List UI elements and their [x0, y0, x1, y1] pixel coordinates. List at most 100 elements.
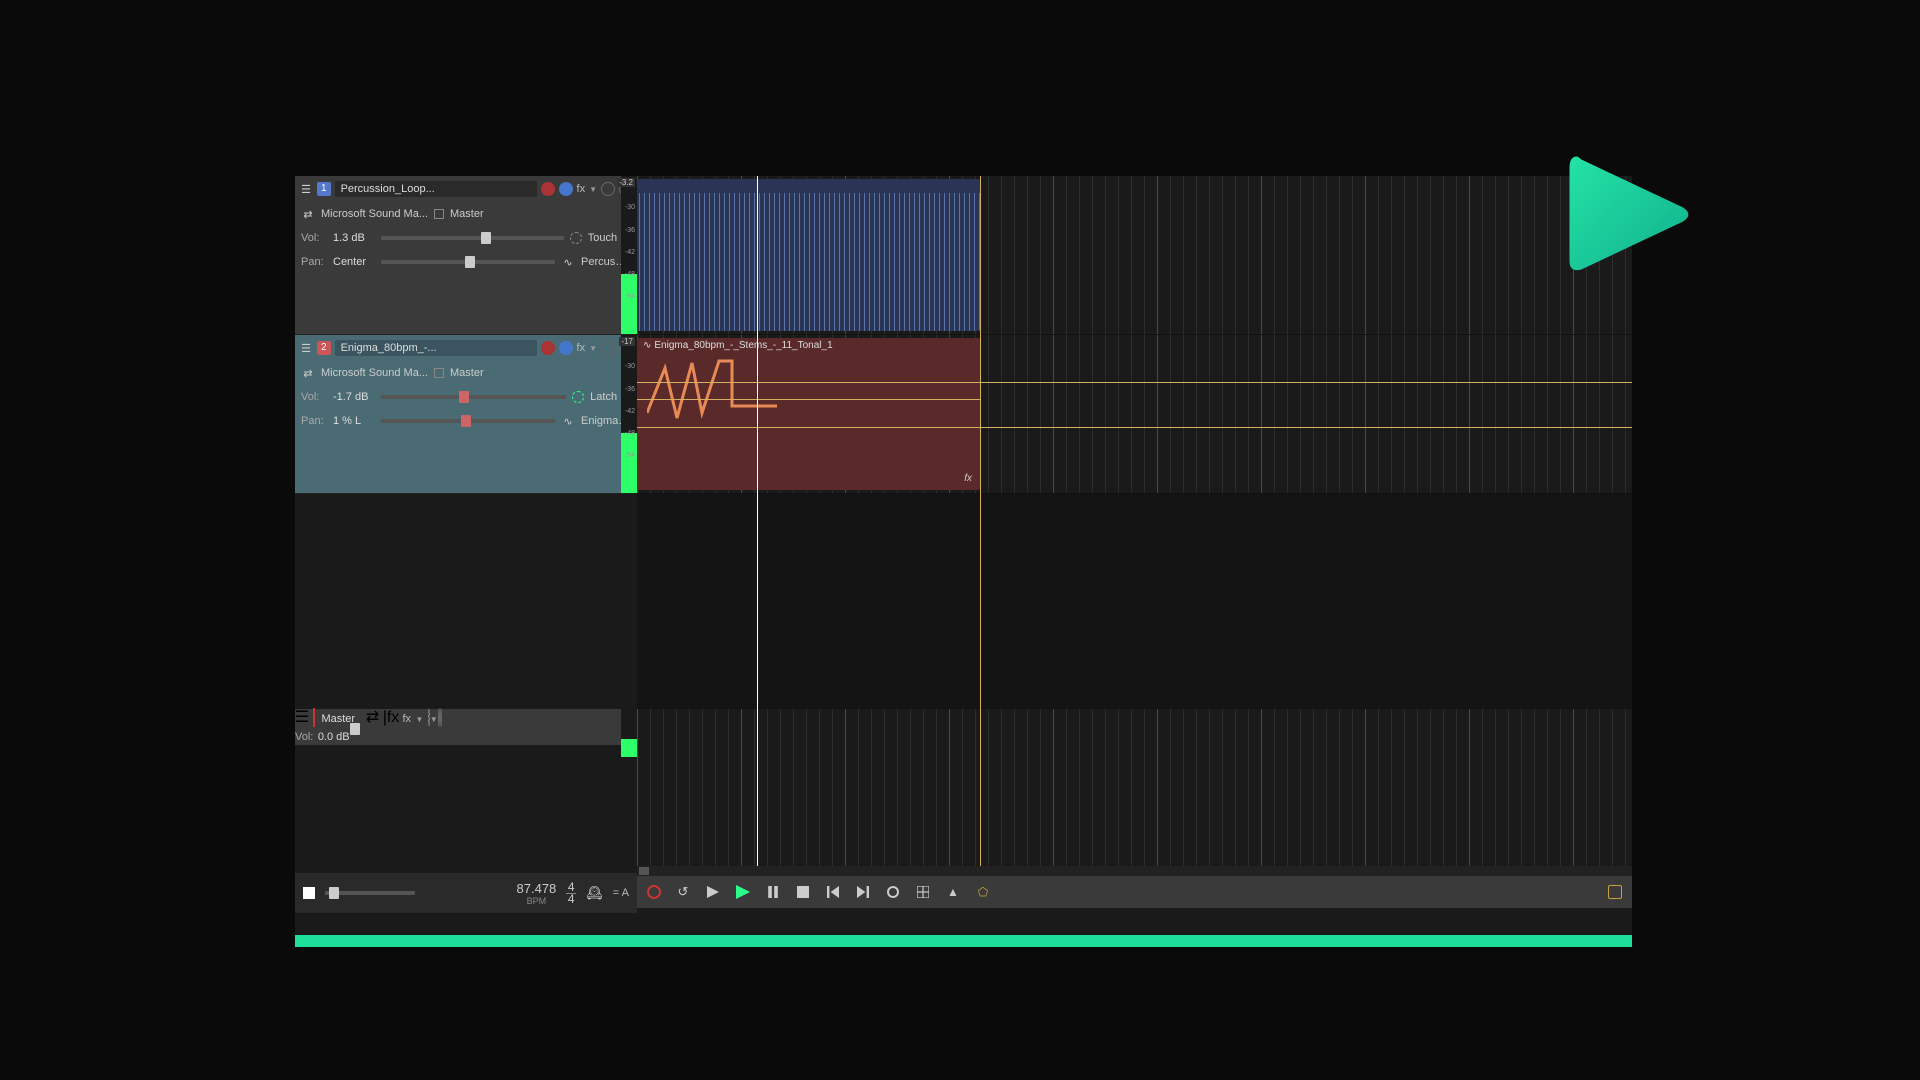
grid: [637, 709, 1632, 867]
track-header-1[interactable]: ☰ 1 Percussion_Loop... fx ▼ ⇄ Microsoft …: [295, 176, 637, 335]
vol-label: Vol:: [301, 391, 327, 403]
vol-value: -1.7 dB: [333, 391, 375, 403]
track-number: 1: [317, 182, 331, 196]
horizontal-scrollbar[interactable]: ◂: [637, 866, 1632, 876]
play-button[interactable]: [735, 884, 751, 900]
gear-icon[interactable]: [570, 232, 582, 244]
tempo-bar: 87.478 BPM 4 4 🕰 = A: [295, 873, 637, 913]
waveform: [637, 193, 980, 331]
progress-bar[interactable]: [295, 935, 1632, 947]
solo-button[interactable]: [440, 708, 442, 727]
dropdown-icon[interactable]: ▼: [430, 715, 438, 724]
pan-label: Pan:: [301, 415, 327, 427]
level-meter: -17 -30 -36 -42 -48 -54: [621, 335, 637, 493]
track-header-2[interactable]: ☰ 2 Enigma_80bpm_-... fx ▼ ⇄ Microsoft S…: [295, 335, 637, 494]
master-lane[interactable]: [637, 709, 1632, 868]
timeline-area[interactable]: ∿ Enigma_80bpm_-_Stems_-_11_Tonal_1 fx: [637, 176, 1632, 873]
master-track-header[interactable]: ☰ Master ⇄ |fx fx ▼ ▼ Vol: 0.0 dB: [295, 709, 637, 745]
output-device[interactable]: Microsoft Sound Ma...: [321, 367, 428, 379]
prev-button[interactable]: [825, 884, 841, 900]
loop-record-button[interactable]: [885, 884, 901, 900]
bus-toggle[interactable]: [434, 368, 444, 378]
io-icon[interactable]: ⇄: [301, 366, 315, 380]
metronome-button[interactable]: ▲: [945, 884, 961, 900]
vol-value: 1.3 dB: [333, 232, 375, 244]
video-play-overlay-button[interactable]: [1555, 142, 1700, 287]
pan-value: Center: [333, 256, 375, 268]
pan-slider[interactable]: [381, 260, 555, 264]
bus-name[interactable]: Master: [450, 367, 484, 379]
gear-icon[interactable]: [572, 391, 584, 403]
clip-lane-1[interactable]: [637, 176, 1632, 335]
transport-bar: ↺ ▲ ⬠: [637, 876, 1632, 908]
marker-button[interactable]: ⬠: [975, 884, 991, 900]
vol-label: Vol:: [295, 731, 313, 743]
menu-icon[interactable]: ☰: [295, 710, 309, 724]
monitor-button[interactable]: [559, 182, 573, 196]
dropdown-icon[interactable]: ▼: [589, 185, 597, 194]
undo-button[interactable]: ↺: [675, 884, 691, 900]
track-panel: ☰ 1 Percussion_Loop... fx ▼ ⇄ Microsoft …: [295, 176, 637, 494]
master-meter: [621, 709, 637, 757]
bus-name[interactable]: Master: [450, 208, 484, 220]
audio-clip-enigma[interactable]: ∿ Enigma_80bpm_-_Stems_-_11_Tonal_1 fx: [637, 338, 980, 490]
mute-button[interactable]: [601, 182, 615, 196]
monitor-button[interactable]: [559, 341, 573, 355]
mute-button[interactable]: [601, 341, 615, 355]
empty-lane-area[interactable]: [637, 494, 1632, 709]
vol-value: 0.0 dB: [318, 731, 350, 743]
stop-icon[interactable]: [303, 887, 315, 899]
loop-end-marker[interactable]: [980, 176, 981, 873]
envelope-icon[interactable]: ∿: [561, 414, 575, 428]
dropdown-icon[interactable]: ▼: [589, 344, 597, 353]
bus-toggle[interactable]: [434, 209, 444, 219]
pan-value: 1 % L: [333, 415, 375, 427]
io-icon[interactable]: ⇄: [301, 207, 315, 221]
fx-badge[interactable]: fx: [964, 473, 972, 484]
next-button[interactable]: [855, 884, 871, 900]
bpm-value[interactable]: 87.478: [517, 881, 557, 896]
fx-button[interactable]: fx: [577, 183, 586, 195]
playhead[interactable]: [757, 176, 758, 873]
io-icon[interactable]: ⇄: [366, 710, 380, 724]
clip-lane-2[interactable]: ∿ Enigma_80bpm_-_Stems_-_11_Tonal_1 fx: [637, 335, 1632, 494]
scrollbar-thumb[interactable]: [639, 867, 649, 875]
vol-slider[interactable]: [381, 236, 564, 240]
metronome-icon[interactable]: 🕰: [586, 885, 603, 901]
menu-icon[interactable]: ☰: [299, 182, 313, 196]
dropdown-icon[interactable]: ▼: [415, 715, 423, 724]
clip-title: Enigma_80bpm_-_Stems_-_11_Tonal_1: [654, 340, 832, 351]
equal-a-label: = A: [613, 887, 629, 899]
automation-mode[interactable]: Touch: [588, 232, 617, 244]
vol-label: Vol:: [301, 232, 327, 244]
fx-icon[interactable]: |fx: [384, 711, 398, 725]
track-name[interactable]: Percussion_Loop...: [335, 181, 537, 197]
automation-mode[interactable]: Latch: [590, 391, 617, 403]
record-button[interactable]: [647, 885, 661, 899]
bpm-label: BPM: [517, 896, 557, 906]
menu-icon[interactable]: ☰: [299, 341, 313, 355]
fx-button[interactable]: fx: [402, 713, 411, 725]
grid-button[interactable]: [915, 884, 931, 900]
automation-line[interactable]: [637, 427, 1632, 428]
stop-button[interactable]: [795, 884, 811, 900]
audio-clip-percussion[interactable]: [637, 179, 980, 331]
track-number: 2: [317, 341, 331, 355]
play-from-start-button[interactable]: [705, 884, 721, 900]
scrub-slider[interactable]: [325, 891, 415, 895]
envelope-icon[interactable]: ∿: [561, 255, 575, 269]
time-signature[interactable]: 4 4: [566, 882, 576, 905]
arm-record-button[interactable]: [541, 182, 555, 196]
level-meter: -3.2 -30 -36 -42 -48 -54: [621, 176, 637, 334]
clip-envelope-icon: ∿: [643, 340, 651, 351]
pan-slider[interactable]: [381, 419, 555, 423]
daw-window: ☰ 1 Percussion_Loop... fx ▼ ⇄ Microsoft …: [295, 176, 1632, 946]
vol-slider[interactable]: [381, 395, 566, 399]
arm-record-button[interactable]: [541, 341, 555, 355]
output-device[interactable]: Microsoft Sound Ma...: [321, 208, 428, 220]
fx-button[interactable]: fx: [577, 342, 586, 354]
pause-button[interactable]: [765, 884, 781, 900]
automation-line[interactable]: [637, 382, 1632, 383]
track-name[interactable]: Enigma_80bpm_-...: [335, 340, 537, 356]
loop-region-indicator[interactable]: [1608, 885, 1622, 899]
